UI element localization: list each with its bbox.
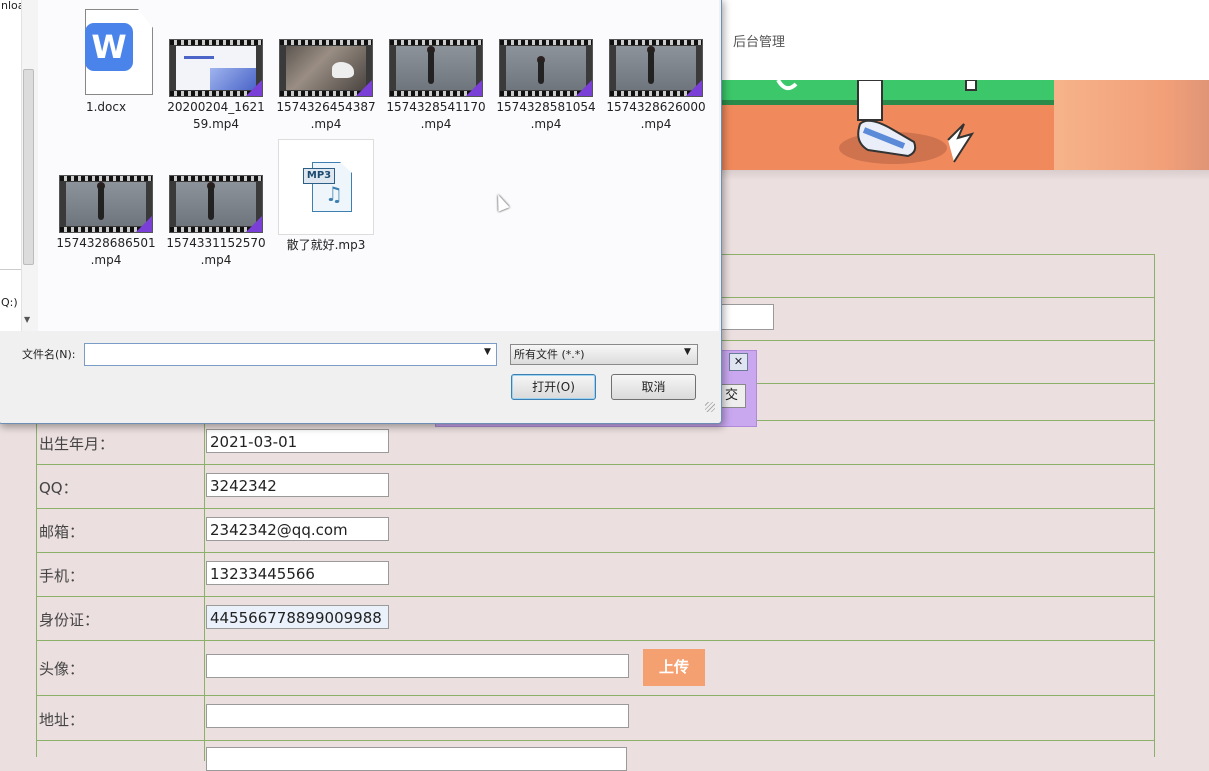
phone-input[interactable]: 13233445566 xyxy=(206,561,389,585)
music-note-icon: ♫ xyxy=(325,182,343,206)
file-name: 1574328581054 .mp4 xyxy=(496,100,596,131)
video-thumbnail-icon xyxy=(389,39,483,97)
nav-item-admin[interactable]: 后台管理 xyxy=(733,31,785,50)
video-thumbnail-icon xyxy=(59,175,153,233)
file-type-select[interactable]: 所有文件 (*.*) xyxy=(510,344,698,365)
table-row: QQ： 3242342 xyxy=(37,465,1154,509)
chevron-down-icon[interactable]: ▼ xyxy=(484,347,491,357)
file-item[interactable]: 20200204_1621 59.mp4 xyxy=(161,39,271,133)
mp3-file-icon: MP3 ♫ xyxy=(278,139,374,235)
next-input[interactable] xyxy=(206,747,627,771)
id-card-label: 身份证： xyxy=(39,611,100,629)
video-thumbnail-icon xyxy=(279,39,373,97)
email-label: 邮箱： xyxy=(39,523,85,541)
file-name: 散了就好.mp3 xyxy=(286,238,366,252)
file-item[interactable]: MP3 ♫ 散了就好.mp3 xyxy=(271,139,381,254)
file-name: 1574331152570 .mp4 xyxy=(166,236,266,267)
address-label: 地址： xyxy=(39,711,85,729)
qq-input[interactable]: 3242342 xyxy=(206,473,389,497)
file-item[interactable]: W 1.docx xyxy=(51,5,161,116)
file-name: 20200204_1621 59.mp4 xyxy=(167,100,265,131)
table-row xyxy=(37,741,1154,771)
file-name: 1574326454387 .mp4 xyxy=(276,100,376,131)
table-row: 头像： 上传 xyxy=(37,641,1154,696)
scroll-down-icon[interactable]: ▼ xyxy=(24,315,30,324)
open-button[interactable]: 打开(O) xyxy=(511,374,596,400)
phone-label: 手机： xyxy=(39,567,85,585)
file-name: 1574328686501 .mp4 xyxy=(56,236,156,267)
file-item[interactable]: 1574328626000 .mp4 xyxy=(601,39,711,133)
birthdate-input[interactable]: 2021-03-01 xyxy=(206,429,389,453)
table-row: 手机： 13233445566 xyxy=(37,553,1154,597)
filename-input[interactable] xyxy=(84,343,497,366)
table-row: 地址： xyxy=(37,696,1154,741)
file-item[interactable]: 1574328686501 .mp4 xyxy=(51,175,161,269)
video-thumbnail-icon xyxy=(169,175,263,233)
table-row: 身份证： 445566778899009988 xyxy=(37,597,1154,641)
scrollbar-thumb[interactable] xyxy=(23,69,34,265)
video-thumbnail-icon xyxy=(169,39,263,97)
runner-illustration xyxy=(776,80,977,164)
nav-pane-drive[interactable]: Q:) xyxy=(1,296,18,309)
filename-label: 文件名(N): xyxy=(22,348,76,361)
qq-label: QQ： xyxy=(39,479,78,497)
id-card-input[interactable]: 445566778899009988 xyxy=(206,605,389,629)
cancel-button[interactable]: 取消 xyxy=(611,374,696,400)
file-name: 1574328626000 .mp4 xyxy=(606,100,706,131)
birthdate-label: 出生年月： xyxy=(39,435,115,453)
banner-shadow xyxy=(718,170,1209,180)
resize-grip-icon[interactable] xyxy=(705,402,715,412)
email-input[interactable]: 2342342@qq.com xyxy=(206,517,389,541)
file-name: 1.docx xyxy=(85,100,127,114)
file-item[interactable]: 1574331152570 .mp4 xyxy=(161,175,271,269)
video-thumbnail-icon xyxy=(609,39,703,97)
file-name: 1574328541170 .mp4 xyxy=(386,100,486,131)
close-icon[interactable]: ✕ xyxy=(729,353,748,371)
banner-image xyxy=(718,80,1209,170)
video-thumbnail-icon xyxy=(499,39,593,97)
chevron-down-icon[interactable]: ▼ xyxy=(684,347,691,357)
file-item[interactable]: 1574328541170 .mp4 xyxy=(381,39,491,133)
avatar-input[interactable] xyxy=(206,654,629,678)
file-item[interactable]: 1574326454387 .mp4 xyxy=(271,39,381,133)
file-list: W 1.docx 20200204_1621 59.mp4 15743264543… xyxy=(38,0,719,331)
table-row: 出生年月： 2021-03-01 xyxy=(37,421,1154,465)
wps-writer-icon: W xyxy=(63,5,153,95)
upload-button[interactable]: 上传 xyxy=(643,649,705,686)
address-input[interactable] xyxy=(206,704,629,728)
navigation-pane: nloa Q:) ▼ xyxy=(0,0,38,331)
table-row: 邮箱： 2342342@qq.com xyxy=(37,509,1154,553)
file-item[interactable]: 1574328581054 .mp4 xyxy=(491,39,601,133)
avatar-label: 头像： xyxy=(39,660,85,678)
